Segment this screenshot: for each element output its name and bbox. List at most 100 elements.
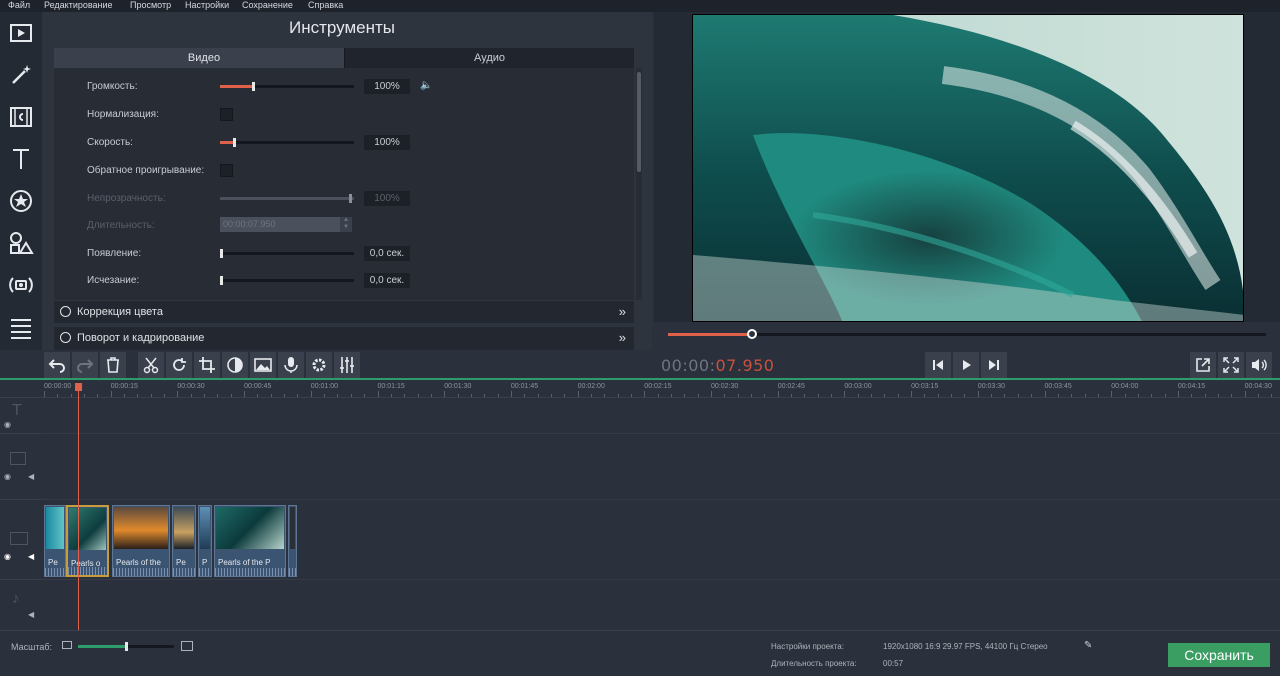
titles-icon[interactable] [0, 138, 42, 180]
speaker-icon[interactable]: ◀ [28, 610, 34, 619]
image-icon[interactable] [250, 352, 276, 378]
speaker-icon[interactable]: 🔈 [420, 80, 432, 91]
speed-slider[interactable] [220, 138, 354, 147]
scale-knob[interactable] [125, 642, 128, 651]
ruler-tick-mark [230, 394, 232, 397]
pencil-icon[interactable]: ✎ [1084, 640, 1092, 651]
timeline-clip-selected[interactable]: Pearls o [66, 505, 109, 577]
scrollbar-thumb[interactable] [637, 72, 641, 172]
eye-icon[interactable]: ◉ [4, 420, 11, 429]
cut-icon[interactable] [138, 352, 164, 378]
tab-audio[interactable]: Аудио [344, 48, 634, 68]
normalization-checkbox[interactable] [220, 108, 233, 121]
menu-file[interactable]: Файл [8, 0, 30, 11]
overlay-lane[interactable] [42, 434, 1280, 500]
fadein-label: Появление: [87, 248, 142, 259]
fadeout-value[interactable]: 0,0 сек. [364, 273, 410, 288]
rotate-icon[interactable] [166, 352, 192, 378]
crop-icon[interactable] [194, 352, 220, 378]
record-icon[interactable] [0, 264, 42, 306]
zoom-in-icon[interactable] [181, 641, 193, 651]
opacity-slider [220, 194, 354, 203]
ruler-tick-mark [897, 394, 899, 397]
timeline-clip[interactable]: Pe [172, 505, 196, 577]
eye-icon[interactable]: ◉ [4, 552, 11, 561]
fadein-value[interactable]: 0,0 сек. [364, 246, 410, 261]
time-ruler[interactable]: 00:00:00 00:00:15 00:00:30 00:00:45 00:01:00… [0, 380, 1280, 398]
ruler-tick-mark [537, 394, 539, 397]
speaker-icon[interactable]: ◀ [28, 472, 34, 481]
menu-view[interactable]: Просмотр [130, 0, 171, 11]
clip-thumbnail [114, 507, 168, 549]
color-icon[interactable] [222, 352, 248, 378]
timeline-clip[interactable]: Pearls of the [112, 505, 170, 577]
timeline-clip[interactable]: Pearls of the P [214, 505, 286, 577]
project-settings-value: 1920x1080 16:9 29.97 FPS, 44100 Гц Стере… [883, 642, 1048, 651]
seek-bar[interactable] [668, 329, 1266, 339]
menu-help[interactable]: Справка [308, 0, 343, 11]
trash-icon[interactable] [100, 352, 126, 378]
tools-panel: Инструменты Видео Аудио Громкость: 100% … [42, 12, 652, 350]
volume-value[interactable]: 100% [364, 79, 410, 94]
undo-icon[interactable] [44, 352, 70, 378]
next-icon[interactable] [981, 352, 1007, 378]
ruler-tick-mark [444, 391, 446, 397]
transitions-icon[interactable] [0, 222, 42, 264]
menu-bar: Файл Редактирование Просмотр Настройки С… [0, 0, 1280, 12]
filters-icon[interactable] [0, 96, 42, 138]
ruler-tick-label: 00:03:45 [1044, 383, 1072, 390]
import-icon[interactable] [0, 12, 42, 54]
speed-label: Скорость: [87, 137, 133, 148]
stickers-icon[interactable] [0, 180, 42, 222]
popout-icon[interactable] [1190, 352, 1216, 378]
prev-icon[interactable] [925, 352, 951, 378]
magic-wand-icon[interactable] [0, 54, 42, 96]
clip-thumbnail [69, 508, 106, 550]
seek-knob[interactable] [746, 329, 757, 339]
ruler-tick-mark [297, 394, 299, 397]
equalizer-icon[interactable] [334, 352, 360, 378]
volume-slider[interactable] [220, 82, 354, 91]
zoom-out-icon[interactable] [62, 641, 72, 649]
mic-icon[interactable] [278, 352, 304, 378]
eye-icon[interactable]: ◉ [4, 472, 11, 481]
tab-video[interactable]: Видео [54, 48, 354, 68]
menu-icon[interactable] [0, 306, 42, 348]
playhead-line[interactable] [78, 383, 79, 630]
menu-settings[interactable]: Настройки [185, 0, 229, 11]
ruler-tick-mark [244, 391, 246, 397]
play-icon[interactable] [953, 352, 979, 378]
section-rotate-crop[interactable]: Поворот и кадрирование » [54, 327, 634, 350]
timeline-clip[interactable] [288, 505, 297, 577]
volume-knob[interactable] [252, 82, 255, 91]
timeline-clip[interactable]: P [198, 505, 212, 577]
speed-knob[interactable] [233, 138, 236, 147]
music-lane[interactable] [42, 580, 1280, 630]
fadeout-knob[interactable] [220, 276, 223, 285]
fullscreen-icon[interactable] [1218, 352, 1244, 378]
save-button[interactable]: Сохранить [1168, 643, 1270, 667]
fadein-slider[interactable] [220, 249, 354, 258]
speaker-icon[interactable]: ◀ [28, 552, 34, 561]
ruler-tick-mark [377, 391, 379, 397]
playhead-handle[interactable] [75, 383, 82, 391]
clip-thumbnail [174, 507, 194, 549]
gear-icon[interactable] [306, 352, 332, 378]
volume-icon[interactable] [1246, 352, 1272, 378]
section-color-correction[interactable]: Коррекция цвета » [54, 301, 634, 323]
speed-value[interactable]: 100% [364, 135, 410, 150]
menu-save[interactable]: Сохранение [242, 0, 293, 11]
title-lane[interactable] [42, 398, 1280, 434]
fadeout-slider[interactable] [220, 276, 354, 285]
fadein-knob[interactable] [220, 249, 223, 258]
redo-icon[interactable] [72, 352, 98, 378]
timeline-clip[interactable]: Pe [44, 505, 66, 577]
menu-edit[interactable]: Редактирование [44, 0, 113, 11]
clip-title: Pe [176, 558, 186, 567]
properties-scrollbar[interactable] [636, 68, 642, 300]
track-head-titles: T ◉ [0, 398, 42, 434]
ruler-tick-mark [1177, 391, 1179, 397]
reverse-checkbox[interactable] [220, 164, 233, 177]
scale-slider[interactable] [78, 642, 174, 651]
ruler-tick-mark [804, 394, 806, 397]
